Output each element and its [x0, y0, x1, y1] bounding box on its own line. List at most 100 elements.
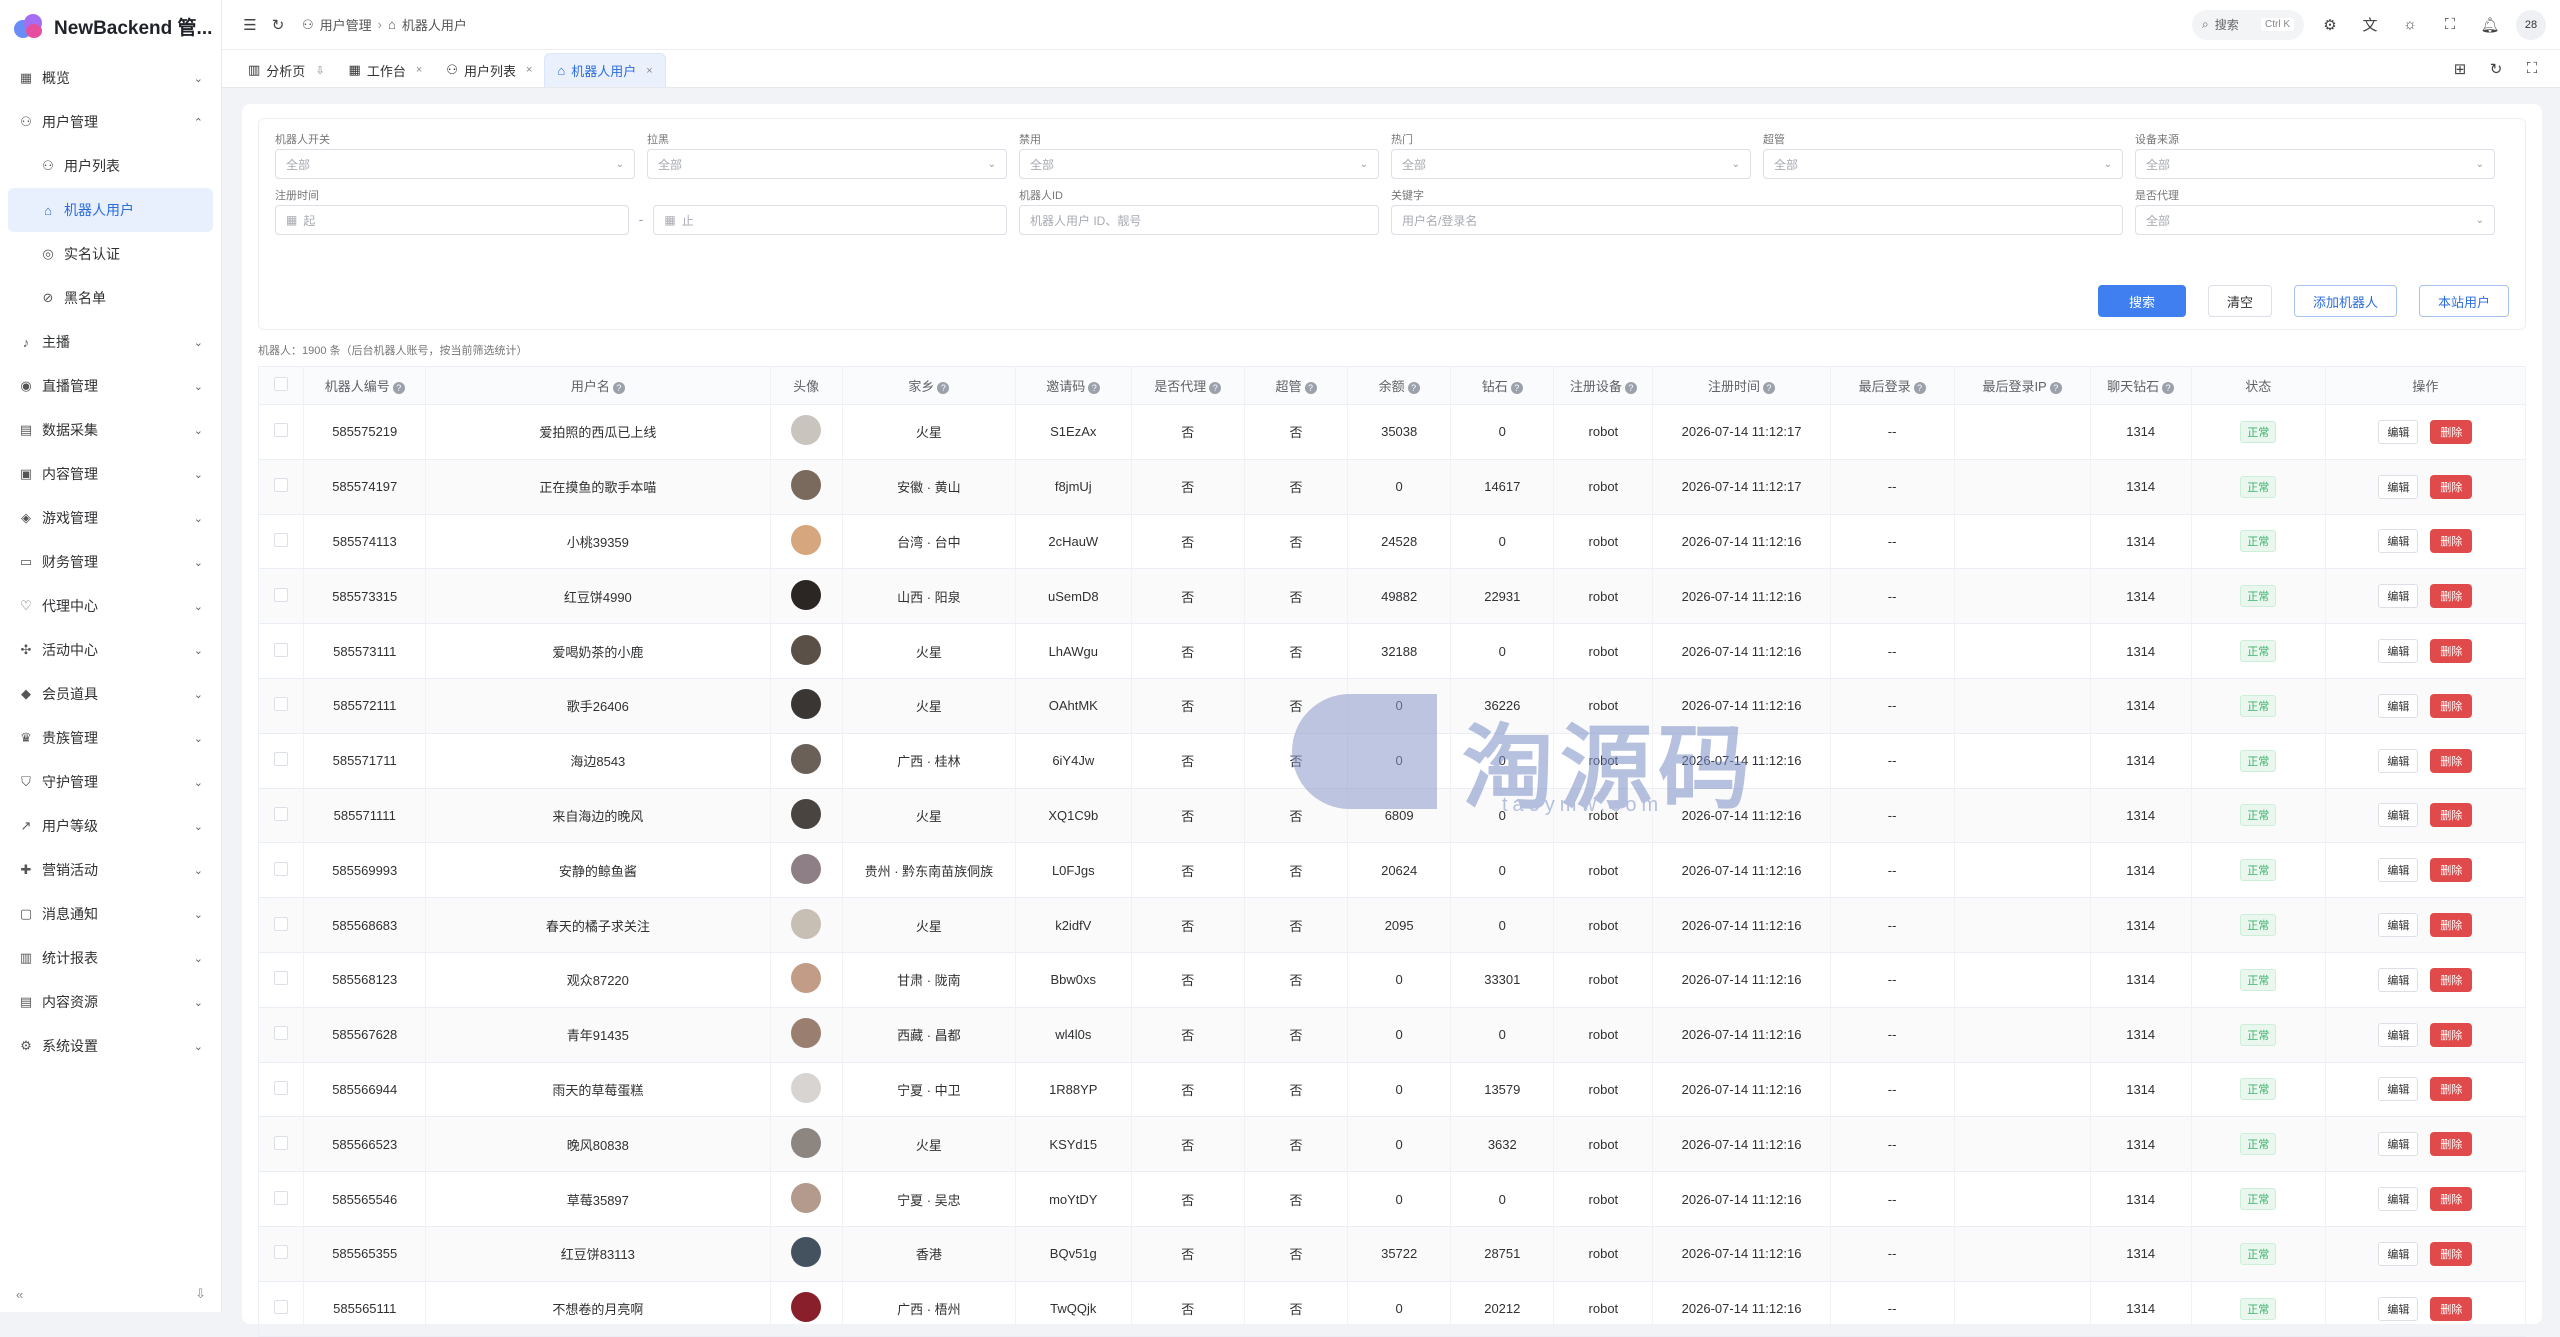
- local-users-button[interactable]: 本站用户: [2418, 285, 2509, 317]
- tab-maximize-icon[interactable]: ⛶: [2518, 55, 2546, 83]
- edit-button[interactable]: 编辑: [2378, 474, 2419, 499]
- edit-button[interactable]: 编辑: [2378, 1077, 2419, 1102]
- app-logo[interactable]: NewBackend 管...: [0, 0, 221, 52]
- edit-button[interactable]: 编辑: [2378, 584, 2419, 609]
- tab-0[interactable]: ▥ 分析页 ⇩: [236, 53, 337, 87]
- robot-id-input[interactable]: 机器人用户 ID、靓号: [1019, 205, 1379, 235]
- delete-button[interactable]: 删除: [2430, 1187, 2473, 1212]
- delete-button[interactable]: 删除: [2430, 1077, 2473, 1102]
- sidebar-item-3[interactable]: ⌂ 机器人用户: [8, 188, 213, 232]
- edit-button[interactable]: 编辑: [2378, 693, 2419, 718]
- edit-button[interactable]: 编辑: [2378, 748, 2419, 773]
- sidebar-item-0[interactable]: ▦ 概览 ⌄: [8, 56, 213, 100]
- delete-button[interactable]: 删除: [2430, 967, 2473, 992]
- translate-icon[interactable]: 文: [2356, 11, 2384, 39]
- row-checkbox[interactable]: [274, 861, 289, 876]
- sidebar-item-8[interactable]: ▤ 数据采集 ⌄: [8, 408, 213, 452]
- add-robot-button[interactable]: 添加机器人: [2293, 285, 2397, 317]
- bell-icon[interactable]: 🔔︎: [2476, 11, 2504, 39]
- delete-button[interactable]: 删除: [2430, 1132, 2473, 1157]
- sidebar-item-5[interactable]: ⊘ 黑名单: [8, 276, 213, 320]
- delete-button[interactable]: 删除: [2430, 1022, 2473, 1047]
- edit-button[interactable]: 编辑: [2378, 1187, 2419, 1212]
- filter-select[interactable]: 全部 ⌄: [1019, 149, 1379, 179]
- refresh-icon[interactable]: ↻: [264, 11, 292, 39]
- edit-button[interactable]: 编辑: [2378, 913, 2419, 938]
- row-checkbox[interactable]: [274, 752, 289, 767]
- delete-button[interactable]: 删除: [2430, 803, 2473, 828]
- delete-button[interactable]: 删除: [2430, 748, 2473, 773]
- filter-select[interactable]: 全部 ⌄: [1763, 149, 2123, 179]
- edit-button[interactable]: 编辑: [2378, 967, 2419, 992]
- row-checkbox[interactable]: [274, 1135, 289, 1150]
- delete-button[interactable]: 删除: [2430, 1296, 2473, 1321]
- tab-3[interactable]: ⌂ 机器人用户 ×: [544, 53, 666, 87]
- theme-icon[interactable]: ☼: [2396, 11, 2424, 39]
- select-all-checkbox[interactable]: [274, 377, 289, 391]
- sidebar-item-20[interactable]: ▥ 统计报表 ⌄: [8, 936, 213, 980]
- delete-button[interactable]: 删除: [2430, 858, 2473, 883]
- filter-select[interactable]: 全部 ⌄: [1391, 149, 1751, 179]
- sidebar-item-2[interactable]: ⚇ 用户列表: [8, 144, 213, 188]
- sidebar-item-9[interactable]: ▣ 内容管理 ⌄: [8, 452, 213, 496]
- filter-select[interactable]: 全部 ⌄: [2135, 149, 2495, 179]
- edit-button[interactable]: 编辑: [2378, 639, 2419, 664]
- sidebar-item-10[interactable]: ◈ 游戏管理 ⌄: [8, 496, 213, 540]
- delete-button[interactable]: 删除: [2430, 419, 2473, 444]
- reg-start-date[interactable]: ▦ 起: [275, 205, 629, 235]
- search-button[interactable]: 搜索: [2097, 285, 2186, 317]
- menu-toggle-icon[interactable]: ☰: [236, 11, 264, 39]
- row-checkbox[interactable]: [274, 1026, 289, 1041]
- tab-close-icon[interactable]: ×: [526, 64, 532, 76]
- row-checkbox[interactable]: [274, 1080, 289, 1095]
- sidebar-item-12[interactable]: ♡ 代理中心 ⌄: [8, 584, 213, 628]
- pin-icon[interactable]: ⇩: [195, 1286, 206, 1302]
- user-avatar[interactable]: 28: [2516, 9, 2546, 40]
- edit-button[interactable]: 编辑: [2378, 803, 2419, 828]
- breadcrumb-item[interactable]: 用户管理: [320, 15, 372, 34]
- sidebar-item-4[interactable]: ◎ 实名认证: [8, 232, 213, 276]
- edit-button[interactable]: 编辑: [2378, 1296, 2419, 1321]
- tab-close-icon[interactable]: ×: [416, 64, 422, 76]
- edit-button[interactable]: 编辑: [2378, 1241, 2419, 1266]
- row-checkbox[interactable]: [274, 1190, 289, 1205]
- clear-button[interactable]: 清空: [2207, 285, 2272, 317]
- fullscreen-icon[interactable]: ⛶: [2436, 11, 2464, 39]
- collapse-sidebar-icon[interactable]: «: [16, 1287, 23, 1302]
- row-checkbox[interactable]: [274, 1245, 289, 1260]
- delete-button[interactable]: 删除: [2430, 584, 2473, 609]
- sidebar-item-14[interactable]: ◆ 会员道具 ⌄: [8, 672, 213, 716]
- agent-select[interactable]: 全部 ⌄: [2135, 205, 2495, 235]
- sidebar-item-16[interactable]: ⛉ 守护管理 ⌄: [8, 760, 213, 804]
- delete-button[interactable]: 删除: [2430, 1241, 2473, 1266]
- sidebar-item-15[interactable]: ♛ 贵族管理 ⌄: [8, 716, 213, 760]
- reg-end-date[interactable]: ▦ 止: [653, 205, 1008, 235]
- delete-button[interactable]: 删除: [2430, 913, 2473, 938]
- filter-select[interactable]: 全部 ⌄: [275, 149, 635, 179]
- sidebar-item-17[interactable]: ↗ 用户等级 ⌄: [8, 804, 213, 848]
- row-checkbox[interactable]: [274, 478, 289, 493]
- row-checkbox[interactable]: [274, 697, 289, 712]
- sidebar-item-1[interactable]: ⚇ 用户管理 ⌃: [8, 100, 213, 144]
- edit-button[interactable]: 编辑: [2378, 529, 2419, 554]
- edit-button[interactable]: 编辑: [2378, 1022, 2419, 1047]
- tab-close-icon[interactable]: ⇩: [315, 64, 324, 77]
- edit-button[interactable]: 编辑: [2378, 1132, 2419, 1157]
- tab-grid-icon[interactable]: ⊞: [2446, 55, 2474, 83]
- global-search[interactable]: ⌕ 搜索 Ctrl K: [2192, 9, 2304, 40]
- row-checkbox[interactable]: [274, 916, 289, 931]
- sidebar-item-13[interactable]: ✣ 活动中心 ⌄: [8, 628, 213, 672]
- sidebar-item-7[interactable]: ◉ 直播管理 ⌄: [8, 364, 213, 408]
- keyword-input[interactable]: 用户名/登录名: [1391, 205, 2123, 235]
- sidebar-item-11[interactable]: ▭ 财务管理 ⌄: [8, 540, 213, 584]
- delete-button[interactable]: 删除: [2430, 474, 2473, 499]
- tab-refresh-icon[interactable]: ↻: [2482, 55, 2510, 83]
- edit-button[interactable]: 编辑: [2378, 419, 2419, 444]
- edit-button[interactable]: 编辑: [2378, 858, 2419, 883]
- row-checkbox[interactable]: [274, 423, 289, 438]
- sidebar-item-6[interactable]: ♪ 主播 ⌄: [8, 320, 213, 364]
- sidebar-item-21[interactable]: ▤ 内容资源 ⌄: [8, 980, 213, 1024]
- row-checkbox[interactable]: [274, 587, 289, 602]
- delete-button[interactable]: 删除: [2430, 639, 2473, 664]
- row-checkbox[interactable]: [274, 971, 289, 986]
